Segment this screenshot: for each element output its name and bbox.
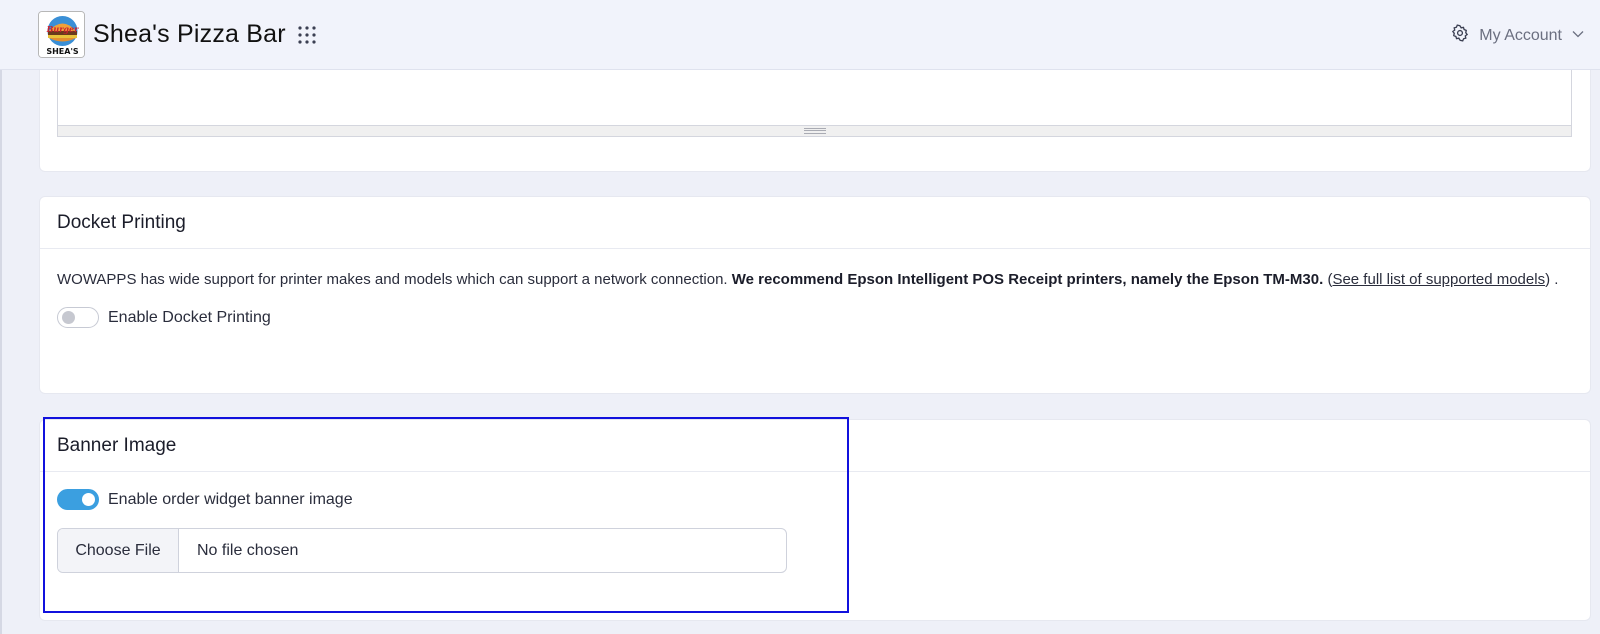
svg-text:Burger: Burger <box>46 24 79 34</box>
top-navbar: Burger SHEA'S Shea's Pizza Bar My Accoun… <box>0 0 1600 70</box>
app-title: Shea's Pizza Bar <box>93 20 286 48</box>
chevron-down-icon <box>1572 27 1584 45</box>
file-status-text: No file chosen <box>197 542 299 559</box>
docket-printing-title: Docket Printing <box>40 197 1590 249</box>
description-text: WOWAPPS has wide support for printer mak… <box>57 271 732 288</box>
banner-image-toggle[interactable] <box>57 489 99 510</box>
docket-printing-toggle[interactable] <box>57 307 99 328</box>
burger-logo-icon: Burger SHEA'S <box>39 12 84 57</box>
grid-dots-icon[interactable] <box>297 25 317 45</box>
docket-printing-toggle-label: Enable Docket Printing <box>108 309 271 326</box>
svg-text:SHEA'S: SHEA'S <box>46 47 79 56</box>
my-account-label: My Account <box>1479 26 1562 44</box>
toggle-knob <box>82 493 95 506</box>
docket-printing-card: Docket Printing WOWAPPS has wide support… <box>39 196 1591 394</box>
docket-printing-description: WOWAPPS has wide support for printer mak… <box>57 267 1573 292</box>
banner-file-input[interactable]: Choose File No file chosen <box>57 528 787 573</box>
choose-file-button[interactable]: Choose File <box>58 529 179 572</box>
gear-icon <box>1451 24 1469 47</box>
docket-printing-toggle-row: Enable Docket Printing <box>57 305 1573 330</box>
resize-handle-icon[interactable] <box>803 128 826 134</box>
banner-image-title: Banner Image <box>40 420 1590 472</box>
banner-image-toggle-label: Enable order widget banner image <box>108 491 353 508</box>
brand-logo[interactable]: Burger SHEA'S <box>38 11 85 58</box>
description-recommendation: We recommend Epson Intelligent POS Recei… <box>731 271 1324 288</box>
docket-printing-body: WOWAPPS has wide support for printer mak… <box>40 249 1590 330</box>
toggle-knob <box>62 311 75 324</box>
supported-models-link[interactable]: See full list of supported models <box>1332 271 1545 288</box>
banner-image-toggle-row: Enable order widget banner image <box>57 487 1573 512</box>
banner-image-body: Enable order widget banner image Choose … <box>40 472 1590 573</box>
description-end: ) . <box>1545 271 1559 288</box>
editor-card <box>39 56 1591 172</box>
banner-image-card: Banner Image Enable order widget banner … <box>39 419 1591 621</box>
editor-status-bar <box>58 125 1571 136</box>
my-account-menu[interactable]: My Account <box>1451 24 1584 47</box>
page-left-border <box>0 70 2 634</box>
